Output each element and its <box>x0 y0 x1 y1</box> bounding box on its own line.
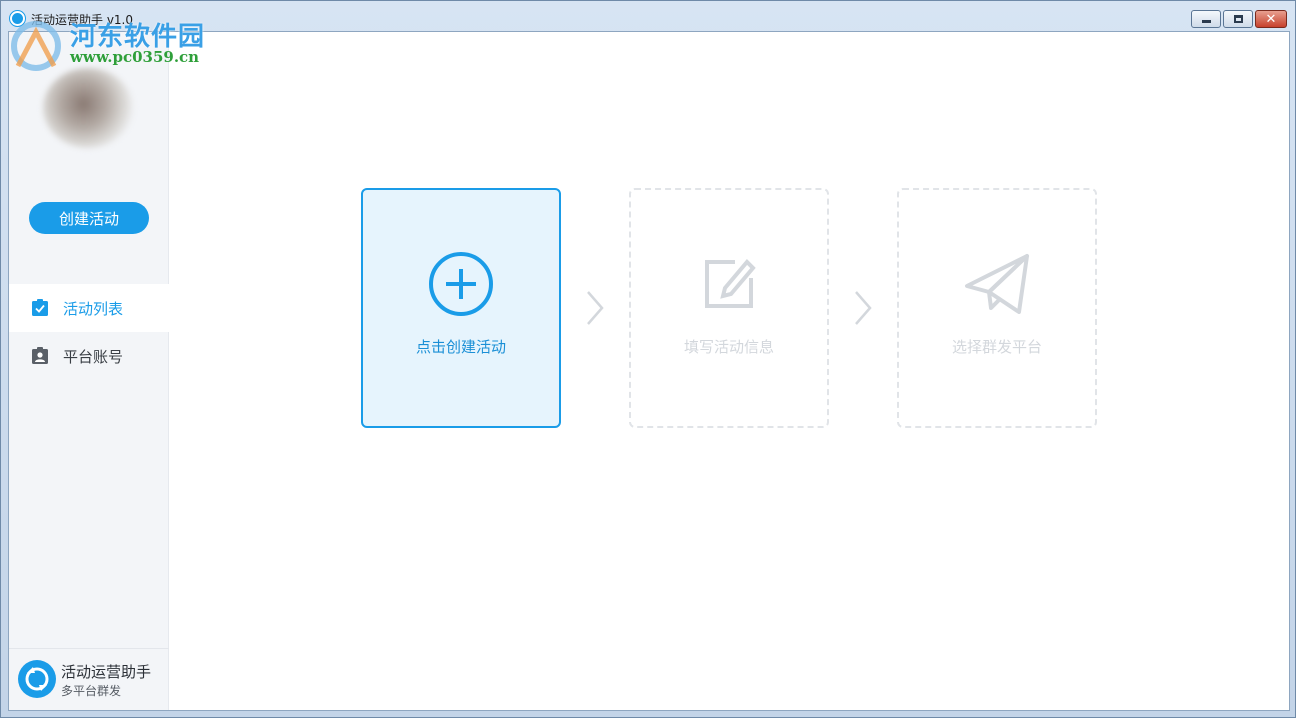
minimize-button[interactable] <box>1191 10 1221 28</box>
close-icon: ✕ <box>1265 11 1277 27</box>
sidebar-item-label: 活动列表 <box>63 299 124 318</box>
step-fill-info[interactable]: 填写活动信息 <box>629 188 829 428</box>
contact-card-icon <box>32 347 48 364</box>
maximize-icon <box>1233 15 1243 23</box>
step-select-platform[interactable]: 选择群发平台 <box>897 188 1097 428</box>
window-title: 活动运营助手 v1.0 <box>31 13 134 27</box>
sidebar-item-platform-accounts[interactable]: 平台账号 <box>9 332 169 380</box>
sidebar-item-activity-list[interactable]: 活动列表 <box>9 284 169 332</box>
checkbox-icon <box>32 299 48 316</box>
chevron-right-icon <box>855 291 872 325</box>
footer-app-name: 活动运营助手 <box>61 663 152 681</box>
close-button[interactable]: ✕ <box>1255 10 1287 28</box>
minimize-icon <box>1201 20 1211 23</box>
edit-icon <box>705 259 756 308</box>
step-create-activity[interactable]: 点击创建活动 <box>361 188 561 428</box>
paper-plane-icon <box>965 254 1029 314</box>
avatar[interactable] <box>43 68 133 148</box>
app-logo-icon <box>18 660 56 698</box>
app-window: 活动运营助手 v1.0 ✕ 创建活动 活动列表 平台账号 活动运营助手 多平台群… <box>0 0 1296 718</box>
footer-app-subtitle: 多平台群发 <box>61 684 122 698</box>
maximize-button[interactable] <box>1223 10 1253 28</box>
window-controls: ✕ <box>1191 10 1287 28</box>
client-area: 创建活动 活动列表 平台账号 活动运营助手 多平台群发 点击创建活动 填写活动信… <box>8 31 1290 711</box>
sidebar-item-label: 平台账号 <box>63 347 124 366</box>
app-icon <box>10 11 25 26</box>
step-label: 填写活动信息 <box>683 338 774 356</box>
sidebar: 创建活动 活动列表 平台账号 活动运营助手 多平台群发 <box>9 32 169 710</box>
step-label: 点击创建活动 <box>415 338 506 356</box>
step-label: 选择群发平台 <box>951 338 1042 356</box>
create-activity-button[interactable]: 创建活动 <box>29 202 149 234</box>
title-bar[interactable]: 活动运营助手 v1.0 ✕ <box>1 1 1295 31</box>
chevron-right-icon <box>587 291 604 325</box>
sidebar-footer: 活动运营助手 多平台群发 <box>9 648 169 710</box>
plus-circle-icon <box>429 252 493 316</box>
